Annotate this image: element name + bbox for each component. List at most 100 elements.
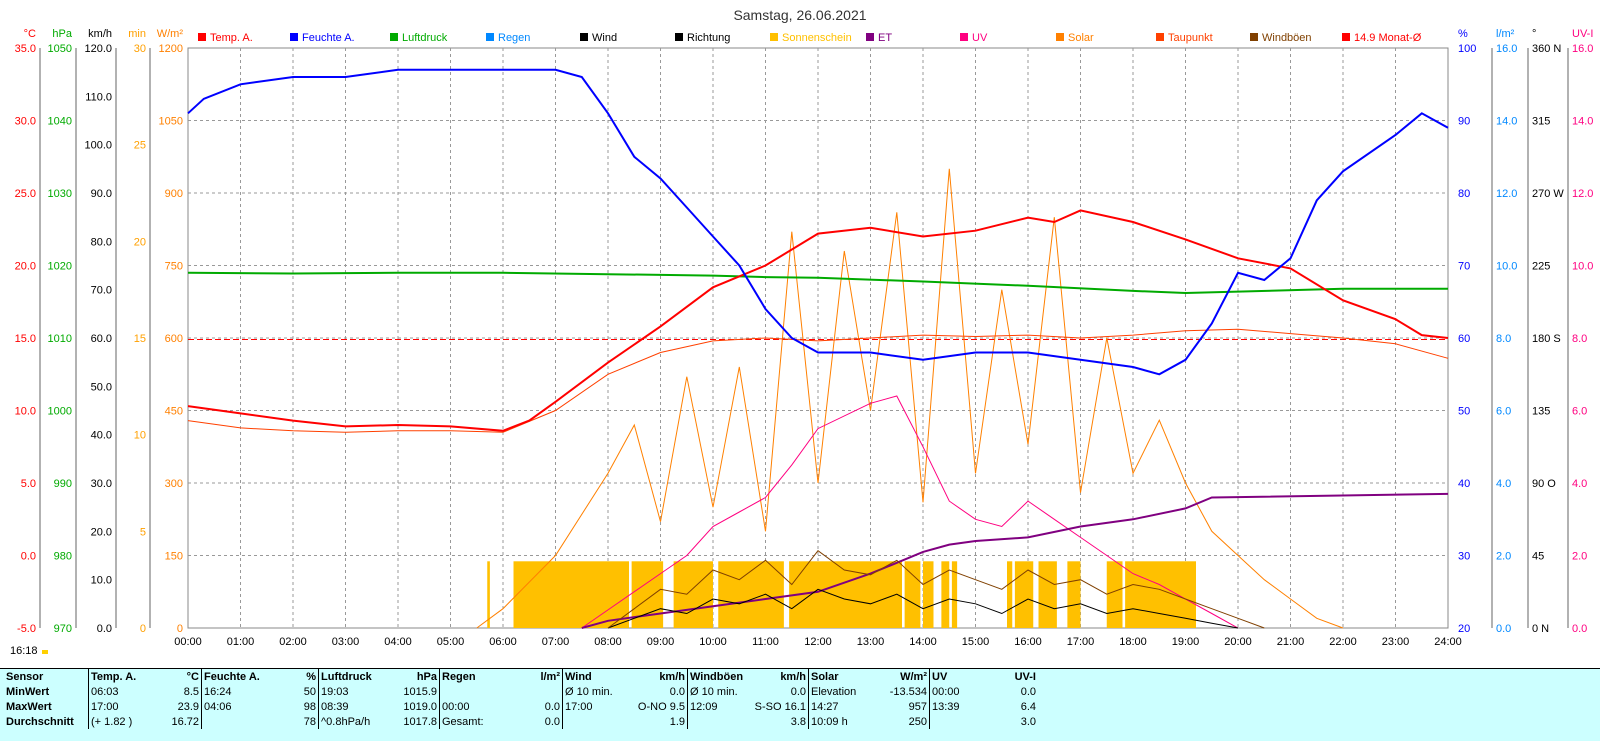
rain-tick: 16.0 [1496,43,1517,55]
temp-value: 8.5 [183,685,199,698]
sunshine-tick: 25 [134,140,146,152]
humidity-tick: 50 [1458,406,1470,418]
legend-label: Feuchte A. [302,32,355,44]
hdr-rain: Regen [439,669,514,684]
x-tick-label: 08:00 [594,636,622,648]
temp-tick: 30.0 [15,116,36,128]
humidity-tick: 20 [1458,623,1470,635]
legend-label: Luftdruck [402,32,448,44]
x-tick-label: 00:00 [174,636,202,648]
hum-time [201,714,276,729]
sunshine-tick: 0 [140,623,146,635]
rain-tick: 8.0 [1496,333,1511,345]
x-tick-label: 03:00 [332,636,360,648]
hdr-press: Luftdruck [318,669,389,684]
solar-tick: 900 [165,188,183,200]
temp-time: 06:03 [88,684,153,699]
humidity-tick: 30 [1458,551,1470,563]
series-line-solar [476,168,1344,629]
hdr-solar: Solar [808,669,879,684]
sunshine-bar [1038,561,1057,628]
hum-time: 16:24 [201,684,276,699]
sunshine-bar [1106,561,1123,628]
wind-unit: km/h [88,28,112,40]
pressure-unit: hPa [52,28,72,40]
rain-time [439,684,514,699]
chart-title: Samstag, 26.06.2021 [733,7,866,23]
sunshine-bar [789,561,902,628]
x-tick-label: 19:00 [1172,636,1200,648]
wind-tick: 30.0 [91,478,112,490]
sunshine-bar [487,561,490,628]
solar-tick: 300 [165,478,183,490]
x-tick-label: 23:00 [1382,636,1410,648]
uv-tick: 14.0 [1572,116,1593,128]
x-tick-label: 24:00 [1434,636,1462,648]
weather-chart: Samstag, 26.06.2021 Temp. A. Feuchte A. Lu… [10,7,1593,657]
legend-label: Windböen [1262,32,1312,44]
hdr-temp-unit: °C [186,670,199,683]
x-tick-label: 20:00 [1224,636,1252,648]
legend-swatch [1156,33,1164,41]
legend-swatch [198,33,206,41]
solar-tick: 1050 [159,116,183,128]
temp-time: (+ 1.82 ) [88,714,153,729]
hdr-press-unit: hPa [416,670,437,683]
humidity-tick: 40 [1458,478,1470,490]
wind-tick: 110.0 [85,91,112,103]
humidity-tick: 70 [1458,261,1470,273]
rain-time: 00:00 [439,699,514,714]
direction-tick: 180 S [1532,333,1561,345]
stats-table: Sensor Temp. A. °C Feuchte A. % Luftdruc… [0,669,1038,729]
x-tick-label: 22:00 [1329,636,1357,648]
uv-time [929,714,994,729]
pressure-tick: 1040 [48,116,72,128]
legend-label: Taupunkt [1168,32,1213,44]
hdr-wind: Wind [562,669,627,684]
sunshine-bar [1067,561,1081,628]
pressure-tick: 1050 [48,43,72,55]
legend-label: 14.9 Monat-Ø [1354,32,1422,44]
press-value: 1015.9 [403,685,437,698]
hdr-wind-unit: km/h [659,670,685,683]
gust-label: 12:09 [687,699,752,714]
solar-label: 10:09 h [808,714,879,729]
x-tick-label: 12:00 [804,636,832,648]
wind-tick: 70.0 [91,285,112,297]
direction-unit: ° [1532,28,1536,40]
humidity-tick: 80 [1458,188,1470,200]
hdr-sensor: Sensor [6,670,44,683]
temp-tick: 15.0 [15,333,36,345]
legend-swatch [1056,33,1064,41]
sunshine-unit: min [128,28,146,40]
rain-value: 0.0 [544,700,560,713]
legend-swatch [960,33,968,41]
hdr-hum: Feuchte A. [201,669,276,684]
press-time: 19:03 [318,684,389,699]
legend-swatch [770,33,778,41]
sunshine-tick: 10 [134,430,146,442]
uv-value: 6.4 [1020,700,1036,713]
uv-time: 13:39 [929,699,994,714]
uv-tick: 16.0 [1572,43,1593,55]
legend-swatch [580,33,588,41]
wind-tick: 120.0 [84,43,112,55]
sunshine-tick: 30 [134,43,146,55]
sunshine-tick: 5 [140,526,146,538]
hum-value: 50 [303,685,316,698]
wind-tick: 90.0 [91,188,112,200]
x-tick-label: 14:00 [909,636,937,648]
solar-tick: 450 [165,406,183,418]
legend-label: Regen [498,32,530,44]
solar-tick: 750 [165,261,183,273]
hum-time: 04:06 [201,699,276,714]
legend-swatch [866,33,874,41]
rain-tick: 0.0 [1496,623,1511,635]
direction-tick: 225 [1532,261,1550,273]
legend-label: Richtung [687,32,730,44]
stats-panel: Sensor Temp. A. °C Feuchte A. % Luftdruc… [0,668,1600,741]
uv-value: 3.0 [1020,715,1036,728]
sunshine-bar [1007,561,1013,628]
pressure-tick: 1030 [48,188,72,200]
legend-label: Solar [1068,32,1094,44]
